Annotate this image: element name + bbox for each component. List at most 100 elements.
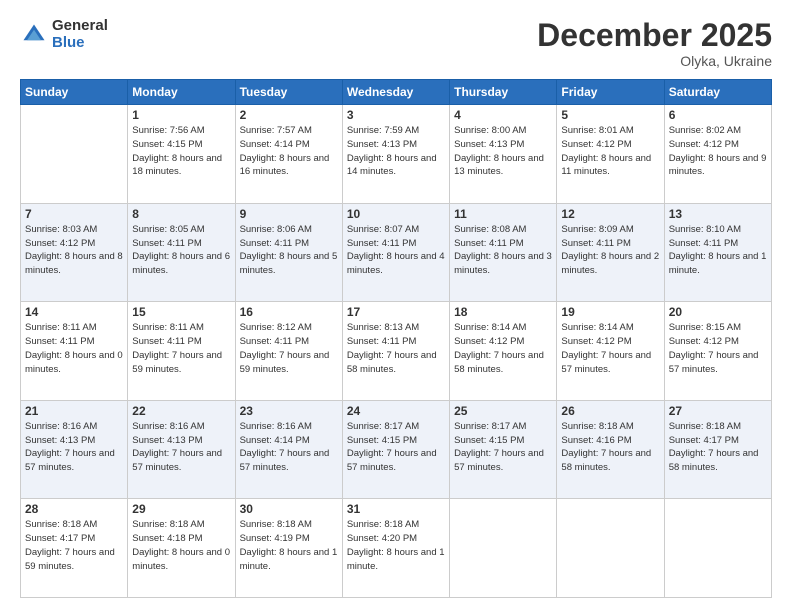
logo-blue-label: Blue — [52, 35, 108, 52]
calendar-cell-w4-d5: 25 Sunrise: 8:17 AMSunset: 4:15 PMDaylig… — [450, 400, 557, 499]
col-monday: Monday — [128, 80, 235, 105]
day-number: 11 — [454, 207, 552, 221]
day-info: Sunrise: 8:07 AMSunset: 4:11 PMDaylight:… — [347, 224, 445, 276]
day-number: 22 — [132, 404, 230, 418]
day-info: Sunrise: 8:12 AMSunset: 4:11 PMDaylight:… — [240, 322, 330, 374]
day-number: 10 — [347, 207, 445, 221]
logo-general-label: General — [52, 18, 108, 35]
day-number: 6 — [669, 108, 767, 122]
calendar-cell-w4-d6: 26 Sunrise: 8:18 AMSunset: 4:16 PMDaylig… — [557, 400, 664, 499]
day-info: Sunrise: 8:16 AMSunset: 4:13 PMDaylight:… — [132, 421, 222, 473]
day-number: 1 — [132, 108, 230, 122]
calendar-cell-w5-d3: 30 Sunrise: 8:18 AMSunset: 4:19 PMDaylig… — [235, 499, 342, 598]
week-row-5: 28 Sunrise: 8:18 AMSunset: 4:17 PMDaylig… — [21, 499, 772, 598]
day-number: 13 — [669, 207, 767, 221]
day-info: Sunrise: 8:14 AMSunset: 4:12 PMDaylight:… — [454, 322, 544, 374]
day-number: 28 — [25, 502, 123, 516]
calendar-cell-w5-d2: 29 Sunrise: 8:18 AMSunset: 4:18 PMDaylig… — [128, 499, 235, 598]
day-number: 20 — [669, 305, 767, 319]
day-info: Sunrise: 8:18 AMSunset: 4:20 PMDaylight:… — [347, 519, 445, 571]
day-number: 4 — [454, 108, 552, 122]
calendar-cell-w5-d1: 28 Sunrise: 8:18 AMSunset: 4:17 PMDaylig… — [21, 499, 128, 598]
calendar-cell-w4-d1: 21 Sunrise: 8:16 AMSunset: 4:13 PMDaylig… — [21, 400, 128, 499]
day-number: 18 — [454, 305, 552, 319]
month-title: December 2025 — [537, 18, 772, 53]
calendar-cell-w3-d5: 18 Sunrise: 8:14 AMSunset: 4:12 PMDaylig… — [450, 302, 557, 401]
day-info: Sunrise: 7:56 AMSunset: 4:15 PMDaylight:… — [132, 125, 222, 177]
col-tuesday: Tuesday — [235, 80, 342, 105]
calendar-cell-w3-d7: 20 Sunrise: 8:15 AMSunset: 4:12 PMDaylig… — [664, 302, 771, 401]
day-info: Sunrise: 7:57 AMSunset: 4:14 PMDaylight:… — [240, 125, 330, 177]
day-info: Sunrise: 8:09 AMSunset: 4:11 PMDaylight:… — [561, 224, 659, 276]
day-number: 8 — [132, 207, 230, 221]
day-number: 23 — [240, 404, 338, 418]
day-number: 17 — [347, 305, 445, 319]
page: General Blue December 2025 Olyka, Ukrain… — [0, 0, 792, 612]
day-number: 27 — [669, 404, 767, 418]
calendar-cell-w5-d7 — [664, 499, 771, 598]
calendar-cell-w2-d3: 9 Sunrise: 8:06 AMSunset: 4:11 PMDayligh… — [235, 203, 342, 302]
week-row-2: 7 Sunrise: 8:03 AMSunset: 4:12 PMDayligh… — [21, 203, 772, 302]
header: General Blue December 2025 Olyka, Ukrain… — [20, 18, 772, 69]
day-number: 21 — [25, 404, 123, 418]
day-info: Sunrise: 8:18 AMSunset: 4:16 PMDaylight:… — [561, 421, 651, 473]
calendar-header-row: Sunday Monday Tuesday Wednesday Thursday… — [21, 80, 772, 105]
calendar-cell-w1-d7: 6 Sunrise: 8:02 AMSunset: 4:12 PMDayligh… — [664, 105, 771, 204]
calendar-cell-w1-d4: 3 Sunrise: 7:59 AMSunset: 4:13 PMDayligh… — [342, 105, 449, 204]
day-info: Sunrise: 8:14 AMSunset: 4:12 PMDaylight:… — [561, 322, 651, 374]
day-number: 30 — [240, 502, 338, 516]
day-number: 24 — [347, 404, 445, 418]
day-info: Sunrise: 8:13 AMSunset: 4:11 PMDaylight:… — [347, 322, 437, 374]
title-block: December 2025 Olyka, Ukraine — [537, 18, 772, 69]
calendar-cell-w1-d6: 5 Sunrise: 8:01 AMSunset: 4:12 PMDayligh… — [557, 105, 664, 204]
day-info: Sunrise: 8:03 AMSunset: 4:12 PMDaylight:… — [25, 224, 123, 276]
day-info: Sunrise: 8:06 AMSunset: 4:11 PMDaylight:… — [240, 224, 338, 276]
week-row-1: 1 Sunrise: 7:56 AMSunset: 4:15 PMDayligh… — [21, 105, 772, 204]
logo-text: General Blue — [52, 18, 108, 51]
week-row-3: 14 Sunrise: 8:11 AMSunset: 4:11 PMDaylig… — [21, 302, 772, 401]
calendar-cell-w3-d6: 19 Sunrise: 8:14 AMSunset: 4:12 PMDaylig… — [557, 302, 664, 401]
day-number: 7 — [25, 207, 123, 221]
day-info: Sunrise: 8:02 AMSunset: 4:12 PMDaylight:… — [669, 125, 767, 177]
col-friday: Friday — [557, 80, 664, 105]
day-info: Sunrise: 8:17 AMSunset: 4:15 PMDaylight:… — [347, 421, 437, 473]
day-info: Sunrise: 8:16 AMSunset: 4:13 PMDaylight:… — [25, 421, 115, 473]
day-number: 25 — [454, 404, 552, 418]
day-info: Sunrise: 8:10 AMSunset: 4:11 PMDaylight:… — [669, 224, 767, 276]
calendar-cell-w3-d2: 15 Sunrise: 8:11 AMSunset: 4:11 PMDaylig… — [128, 302, 235, 401]
day-info: Sunrise: 8:17 AMSunset: 4:15 PMDaylight:… — [454, 421, 544, 473]
day-info: Sunrise: 8:08 AMSunset: 4:11 PMDaylight:… — [454, 224, 552, 276]
day-info: Sunrise: 8:16 AMSunset: 4:14 PMDaylight:… — [240, 421, 330, 473]
generalblue-logo-icon — [20, 21, 48, 49]
week-row-4: 21 Sunrise: 8:16 AMSunset: 4:13 PMDaylig… — [21, 400, 772, 499]
calendar-cell-w2-d1: 7 Sunrise: 8:03 AMSunset: 4:12 PMDayligh… — [21, 203, 128, 302]
calendar-cell-w2-d7: 13 Sunrise: 8:10 AMSunset: 4:11 PMDaylig… — [664, 203, 771, 302]
col-sunday: Sunday — [21, 80, 128, 105]
day-info: Sunrise: 8:00 AMSunset: 4:13 PMDaylight:… — [454, 125, 544, 177]
location-subtitle: Olyka, Ukraine — [537, 53, 772, 69]
calendar-cell-w4-d3: 23 Sunrise: 8:16 AMSunset: 4:14 PMDaylig… — [235, 400, 342, 499]
col-thursday: Thursday — [450, 80, 557, 105]
day-info: Sunrise: 8:18 AMSunset: 4:17 PMDaylight:… — [669, 421, 759, 473]
calendar-cell-w4-d7: 27 Sunrise: 8:18 AMSunset: 4:17 PMDaylig… — [664, 400, 771, 499]
day-info: Sunrise: 7:59 AMSunset: 4:13 PMDaylight:… — [347, 125, 437, 177]
day-number: 15 — [132, 305, 230, 319]
day-info: Sunrise: 8:01 AMSunset: 4:12 PMDaylight:… — [561, 125, 651, 177]
day-number: 29 — [132, 502, 230, 516]
calendar-cell-w3-d1: 14 Sunrise: 8:11 AMSunset: 4:11 PMDaylig… — [21, 302, 128, 401]
day-info: Sunrise: 8:11 AMSunset: 4:11 PMDaylight:… — [132, 322, 222, 374]
day-info: Sunrise: 8:18 AMSunset: 4:18 PMDaylight:… — [132, 519, 230, 571]
col-wednesday: Wednesday — [342, 80, 449, 105]
day-info: Sunrise: 8:05 AMSunset: 4:11 PMDaylight:… — [132, 224, 230, 276]
day-number: 9 — [240, 207, 338, 221]
day-info: Sunrise: 8:11 AMSunset: 4:11 PMDaylight:… — [25, 322, 123, 374]
calendar-cell-w4-d4: 24 Sunrise: 8:17 AMSunset: 4:15 PMDaylig… — [342, 400, 449, 499]
day-number: 19 — [561, 305, 659, 319]
calendar-cell-w5-d4: 31 Sunrise: 8:18 AMSunset: 4:20 PMDaylig… — [342, 499, 449, 598]
calendar-cell-w2-d2: 8 Sunrise: 8:05 AMSunset: 4:11 PMDayligh… — [128, 203, 235, 302]
day-number: 2 — [240, 108, 338, 122]
day-number: 5 — [561, 108, 659, 122]
calendar-cell-w1-d2: 1 Sunrise: 7:56 AMSunset: 4:15 PMDayligh… — [128, 105, 235, 204]
calendar-cell-w5-d5 — [450, 499, 557, 598]
day-number: 12 — [561, 207, 659, 221]
